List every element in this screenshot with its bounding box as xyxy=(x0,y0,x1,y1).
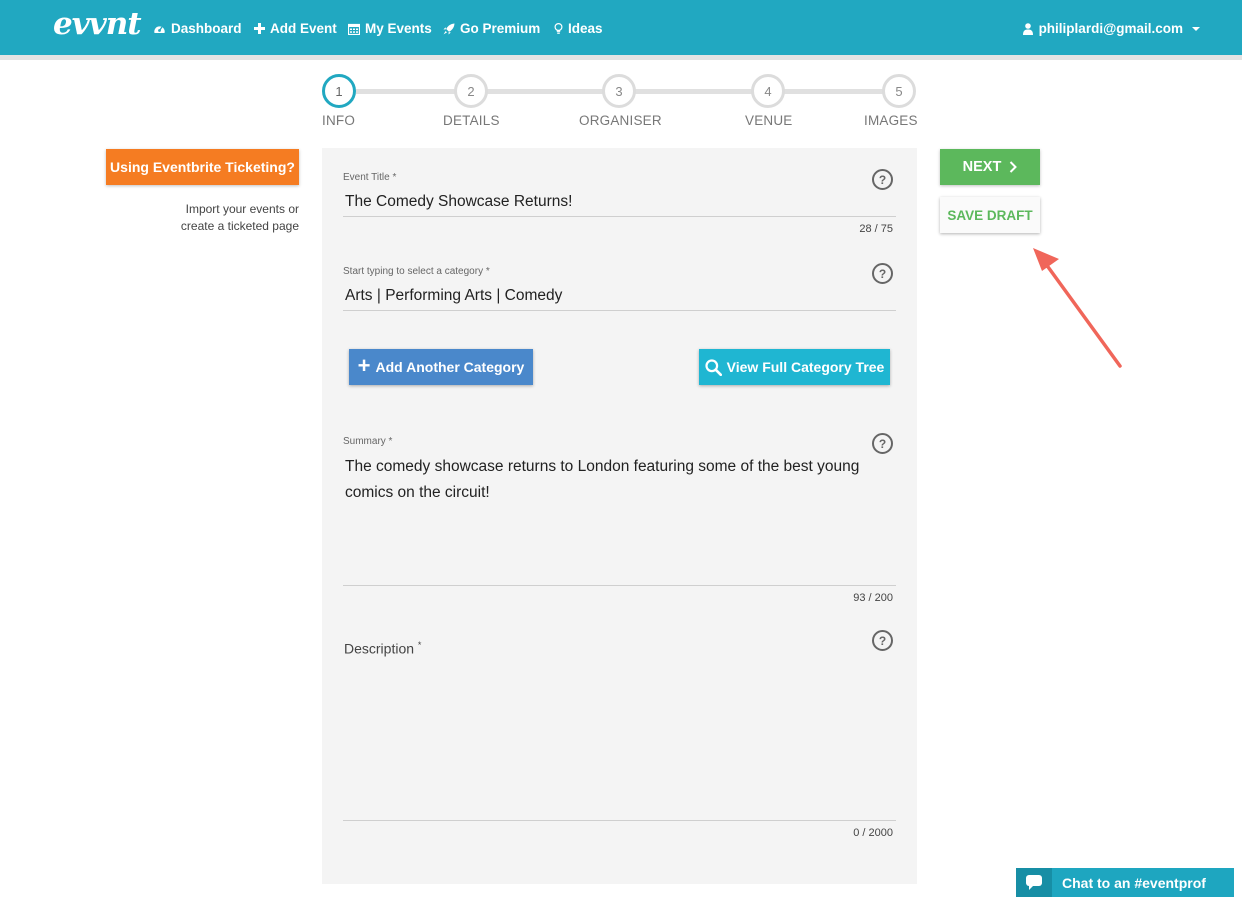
next-button[interactable]: NEXT xyxy=(940,149,1040,185)
category-help-icon[interactable]: ? xyxy=(872,263,893,284)
save-draft-button[interactable]: SAVE DRAFT xyxy=(940,197,1040,233)
step-5-circle[interactable]: 5 xyxy=(882,74,916,108)
nav-add-event-label: Add Event xyxy=(270,21,337,36)
event-title-counter: 28 / 75 xyxy=(859,223,893,235)
eventbrite-help-line-2: create a ticketed page xyxy=(180,219,299,233)
eventbrite-help-line-1: Import your events or xyxy=(185,202,299,216)
event-title-help-icon[interactable]: ? xyxy=(872,169,893,190)
description-help-icon[interactable]: ? xyxy=(872,630,893,651)
description-label-text: Description xyxy=(344,640,415,657)
event-title-label: Event Title * xyxy=(343,172,397,183)
nav-ideas[interactable]: Ideas xyxy=(554,21,603,36)
nav-my-events[interactable]: My Events xyxy=(348,21,432,36)
step-4-circle[interactable]: 4 xyxy=(751,74,785,108)
nav-ideas-label: Ideas xyxy=(568,21,603,36)
event-title-underline xyxy=(343,216,896,217)
nav-go-premium-label: Go Premium xyxy=(460,21,541,36)
category-input[interactable]: Arts | Performing Arts | Comedy xyxy=(345,287,562,305)
category-label: Start typing to select a category * xyxy=(343,266,490,277)
chat-icon-box xyxy=(1016,868,1052,897)
view-category-tree-button[interactable]: View Full Category Tree xyxy=(699,349,890,385)
nav-go-premium[interactable]: Go Premium xyxy=(443,21,540,36)
nav-dashboard[interactable]: Dashboard xyxy=(153,21,242,36)
nav-add-event[interactable]: Add Event xyxy=(254,21,337,36)
summary-help-icon[interactable]: ? xyxy=(872,433,893,454)
nav-my-events-label: My Events xyxy=(365,21,432,36)
summary-textarea[interactable]: The comedy showcase returns to London fe… xyxy=(345,454,890,506)
dashboard-icon xyxy=(154,25,165,33)
description-counter: 0 / 2000 xyxy=(853,827,893,839)
view-category-tree-label: View Full Category Tree xyxy=(726,359,885,375)
step-2-circle[interactable]: 2 xyxy=(454,74,488,108)
rocket-icon xyxy=(443,23,455,34)
lightbulb-icon xyxy=(554,22,563,34)
add-another-category-button[interactable]: + Add Another Category xyxy=(349,349,533,385)
step-1-circle[interactable]: 1 xyxy=(322,74,356,108)
step-2-label[interactable]: DETAILS xyxy=(443,113,500,128)
search-icon xyxy=(705,358,722,376)
eventbrite-ticketing-button[interactable]: Using Eventbrite Ticketing? xyxy=(106,149,299,185)
step-4-label[interactable]: VENUE xyxy=(745,113,793,128)
step-3-circle[interactable]: 3 xyxy=(602,74,636,108)
chat-widget[interactable]: Chat to an #eventprof xyxy=(1016,868,1234,897)
description-underline xyxy=(343,820,896,821)
chevron-down-icon xyxy=(1192,26,1200,31)
plus-icon: + xyxy=(357,353,371,378)
user-email: philiplardi@gmail.com xyxy=(1038,21,1183,36)
step-3-label[interactable]: ORGANISER xyxy=(579,113,662,128)
description-required-mark: * xyxy=(417,640,422,650)
evvnt-logo[interactable]: evvnt xyxy=(53,6,142,42)
category-underline xyxy=(343,310,896,311)
plus-icon xyxy=(254,23,265,34)
summary-counter: 93 / 200 xyxy=(853,592,893,604)
chat-label: Chat to an #eventprof xyxy=(1062,874,1206,891)
add-another-category-label: Add Another Category xyxy=(375,359,525,375)
annotation-arrow xyxy=(1033,248,1122,368)
summary-underline xyxy=(343,585,896,586)
top-navbar: evvnt Dashboard Add Event My Events Go P… xyxy=(0,0,1242,55)
description-textarea[interactable] xyxy=(343,665,896,815)
calendar-icon xyxy=(348,23,360,35)
summary-label: Summary * xyxy=(343,436,393,447)
description-label: Description * xyxy=(344,640,421,657)
step-1-label[interactable]: INFO xyxy=(322,113,355,128)
eventbrite-help-text: Import your events or create a ticketed … xyxy=(120,201,299,235)
chat-bubble-icon xyxy=(1026,875,1042,890)
event-title-input[interactable]: The Comedy Showcase Returns! xyxy=(345,193,572,211)
navbar-divider xyxy=(0,55,1242,60)
next-button-label: NEXT xyxy=(962,159,1002,175)
user-icon xyxy=(1022,22,1033,35)
user-menu[interactable]: philiplardi@gmail.com xyxy=(1022,21,1200,36)
nav-dashboard-label: Dashboard xyxy=(171,21,242,36)
chevron-right-icon xyxy=(1010,161,1018,173)
step-5-label[interactable]: IMAGES xyxy=(864,113,918,128)
